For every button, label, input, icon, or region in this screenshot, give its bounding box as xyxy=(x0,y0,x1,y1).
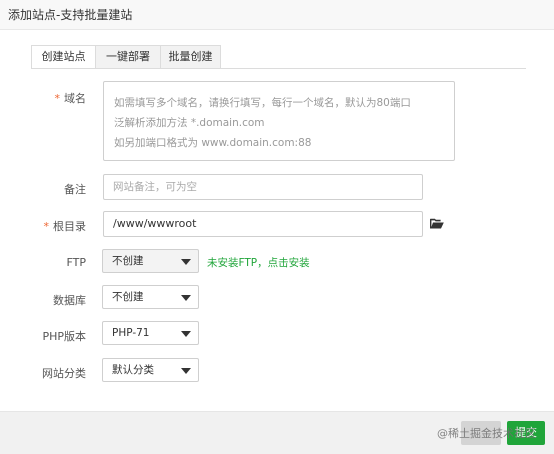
tab-batch-create[interactable]: 批量创建 xyxy=(160,45,221,69)
site-category-select[interactable]: 默认分类 xyxy=(102,358,199,382)
php-version-label: PHP版本 xyxy=(42,330,86,343)
dialog-header: 添加站点-支持批量建站 xyxy=(0,0,554,30)
remark-label: 备注 xyxy=(64,183,86,196)
chevron-down-icon xyxy=(181,259,191,265)
domain-label-text: 域名 xyxy=(64,92,86,105)
dialog-title: 添加站点-支持批量建站 xyxy=(8,8,133,22)
required-mark: * xyxy=(43,220,50,233)
domain-label: * 域名 xyxy=(26,90,87,106)
domain-textarea[interactable]: 如需填写多个域名，请换行填写，每行一个域名，默认为80端口 泛解析添加方法 *.… xyxy=(103,81,455,161)
php-version-select-value: PHP-71 xyxy=(112,327,150,339)
database-select-value: 不创建 xyxy=(112,291,144,303)
root-label-text: 根目录 xyxy=(53,220,86,233)
tab-one-click-deploy[interactable]: 一键部署 xyxy=(95,45,161,69)
chevron-down-icon xyxy=(181,295,191,301)
ftp-select-value: 不创建 xyxy=(112,255,144,267)
site-category-select-value: 默认分类 xyxy=(112,364,154,376)
ftp-label: FTP xyxy=(66,256,87,269)
root-label: * 根目录 xyxy=(26,218,87,234)
tab-create-site[interactable]: 创建站点 xyxy=(31,45,96,69)
ftp-select[interactable]: 不创建 xyxy=(102,249,199,273)
watermark: @稀土掘金技术社区 xyxy=(437,427,536,440)
tab-divider xyxy=(31,68,526,69)
root-input[interactable]: /www/wwwroot xyxy=(103,211,423,237)
remark-input[interactable]: 网站备注，可为空 xyxy=(103,174,423,200)
chevron-down-icon xyxy=(181,331,191,337)
domain-placeholder-line: 泛解析添加方法 *.domain.com xyxy=(114,117,265,129)
site-category-label: 网站分类 xyxy=(42,367,86,380)
domain-placeholder-line: 如需填写多个域名，请换行填写，每行一个域名，默认为80端口 xyxy=(114,97,411,109)
folder-open-icon[interactable] xyxy=(430,218,444,229)
database-select[interactable]: 不创建 xyxy=(102,285,199,309)
required-mark: * xyxy=(54,92,61,105)
php-version-select[interactable]: PHP-71 xyxy=(102,321,199,345)
chevron-down-icon xyxy=(181,368,191,374)
database-label: 数据库 xyxy=(53,294,86,307)
ftp-install-link[interactable]: 未安装FTP，点击安装 xyxy=(207,255,310,270)
domain-placeholder-line: 如另加端口格式为 www.domain.com:88 xyxy=(114,137,312,149)
